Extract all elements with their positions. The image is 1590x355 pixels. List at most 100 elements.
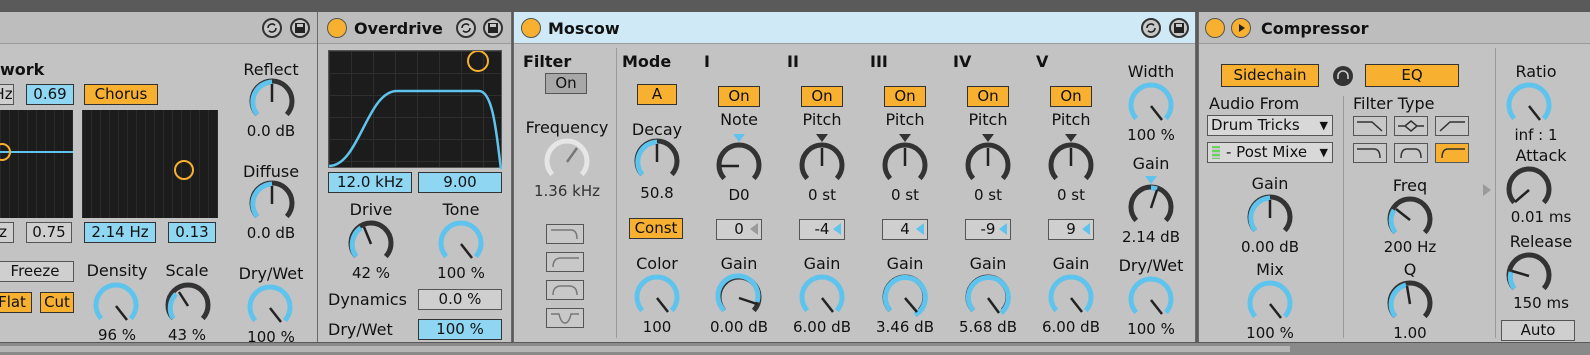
drywet-knob[interactable]	[244, 282, 296, 334]
save-preset-icon[interactable]	[483, 18, 503, 38]
voice-label: I	[704, 52, 710, 71]
chorus-rate-field[interactable]: 2.14 Hz	[84, 222, 156, 243]
lowpass-filter-button[interactable]	[546, 224, 584, 244]
chorus-depth-field[interactable]: 0.13	[168, 222, 216, 243]
drive-knob[interactable]	[345, 218, 397, 270]
post-mixer-select[interactable]: - Post Mixe ▼	[1207, 142, 1333, 163]
divider	[616, 48, 617, 338]
drywet-knob[interactable]	[1125, 274, 1177, 326]
diffuse-value: 0.0 dB	[246, 224, 296, 242]
voice-gain-knob[interactable]	[962, 272, 1014, 324]
cut-button[interactable]: Cut	[40, 292, 74, 313]
gain-value: 2.14 dB	[1122, 228, 1180, 246]
voice-gain-knob[interactable]	[713, 272, 765, 324]
decay-knob[interactable]	[631, 136, 683, 188]
voice-pitch-knob[interactable]	[1045, 140, 1097, 192]
hot-swap-icon[interactable]	[262, 18, 282, 38]
voice-param-value: D0	[728, 186, 750, 204]
chorus-amount-field[interactable]: 0.69	[26, 84, 74, 105]
voice-pitch-knob[interactable]	[962, 140, 1014, 192]
voice-pitch-knob[interactable]	[879, 140, 931, 192]
mix-knob[interactable]	[1244, 278, 1296, 330]
filter-bandpass-button[interactable]	[1394, 116, 1428, 136]
hot-swap-icon[interactable]	[1141, 18, 1161, 38]
audio-from-value: Drum Tricks	[1211, 116, 1300, 134]
density-knob[interactable]	[90, 280, 142, 332]
voice-gain-knob[interactable]	[1045, 272, 1097, 324]
flat-button[interactable]: Flat	[0, 292, 32, 313]
voice-gain-knob[interactable]	[879, 272, 931, 324]
z-partial-field[interactable]: z	[0, 222, 14, 243]
scale-knob[interactable]	[162, 280, 214, 332]
offset-arrow-icon	[916, 223, 924, 235]
voice-gain-knob[interactable]	[796, 272, 848, 324]
sidechain-button[interactable]: Sidechain	[1221, 64, 1319, 87]
filter-highshelf-button[interactable]	[1435, 143, 1469, 163]
filter-peak-button[interactable]	[1394, 143, 1428, 163]
offset-arrow-icon	[833, 223, 841, 235]
voice-pitch-knob[interactable]	[796, 140, 848, 192]
chorus-display[interactable]	[82, 110, 218, 218]
voice-on-button[interactable]: On	[718, 86, 760, 107]
color-knob[interactable]	[631, 272, 683, 324]
width-knob[interactable]	[1125, 80, 1177, 132]
auto-release-button[interactable]: Auto	[1501, 320, 1575, 341]
voice-param-value: 0 st	[1056, 186, 1085, 204]
freq-label: Freq	[1392, 176, 1428, 195]
const-button[interactable]: Const	[629, 218, 683, 239]
filter-on-button[interactable]: On	[545, 73, 587, 94]
eq-button[interactable]: EQ	[1365, 64, 1459, 87]
drive-value: 42 %	[351, 264, 391, 282]
dynamics-field[interactable]: 0.0 %	[418, 289, 502, 310]
voice-on-button[interactable]: On	[1050, 86, 1092, 107]
device-power-button[interactable]	[1205, 18, 1225, 38]
reflect-knob[interactable]	[246, 76, 298, 128]
sc-gain-knob[interactable]	[1244, 192, 1296, 244]
play-button[interactable]	[1231, 18, 1251, 38]
voice-pitch-knob[interactable]	[713, 140, 765, 192]
voice-on-button[interactable]: On	[967, 86, 1009, 107]
voice-on-button[interactable]: On	[801, 86, 843, 107]
chorus-button[interactable]: Chorus	[84, 84, 158, 105]
audio-from-select[interactable]: Drum Tricks ▼	[1207, 115, 1333, 136]
q-label: Q	[1403, 260, 1417, 279]
lowcut-field[interactable]: 0.75	[26, 222, 72, 243]
device-power-button[interactable]	[521, 18, 541, 38]
horizontal-scrollbar[interactable]	[0, 343, 1590, 355]
voice-param-label: Pitch	[802, 110, 842, 129]
q-knob[interactable]	[1384, 278, 1436, 330]
frequency-field[interactable]: 12.0 kHz	[328, 172, 412, 193]
filter-lowshelf-button[interactable]	[1353, 143, 1387, 163]
highpass-filter-button[interactable]	[546, 252, 584, 272]
drywet-label: Dry/Wet	[1118, 256, 1184, 275]
filter-highpass-button[interactable]	[1435, 116, 1469, 136]
tone-knob[interactable]	[435, 218, 487, 270]
notch-filter-button[interactable]	[546, 308, 584, 328]
diffusion-display[interactable]	[0, 110, 73, 218]
overdrive-device: Overdrive 12.0 kHz 9.00 Drive 42 % Tone …	[318, 12, 512, 342]
device-power-button[interactable]	[327, 18, 347, 38]
filter-lowpass-button[interactable]	[1353, 116, 1387, 136]
mode-button[interactable]: A	[637, 84, 677, 105]
expand-arrow-icon[interactable]	[1483, 184, 1491, 196]
device-title: Overdrive	[354, 19, 443, 38]
voice-label: IV	[953, 52, 972, 71]
ratio-knob[interactable]	[1503, 80, 1555, 132]
freeze-button[interactable]: Freeze	[0, 261, 74, 282]
voice-param-value: 0 st	[807, 186, 836, 204]
voice-on-button[interactable]: On	[884, 86, 926, 107]
gain-knob[interactable]	[1125, 182, 1177, 234]
hot-swap-icon[interactable]	[456, 18, 476, 38]
scrollbar-thumb[interactable]	[0, 346, 1290, 352]
mode-label: Mode	[622, 52, 672, 71]
frequency-knob[interactable]	[541, 136, 593, 188]
bandpass-display[interactable]	[328, 50, 503, 170]
drywet-field[interactable]: 100 %	[418, 319, 502, 340]
save-preset-icon[interactable]	[1169, 18, 1189, 38]
width-field[interactable]: 9.00	[418, 172, 502, 193]
save-preset-icon[interactable]	[290, 18, 310, 38]
bandpass-filter-button[interactable]	[546, 280, 584, 300]
headphones-icon[interactable]	[1333, 66, 1353, 86]
hz-partial-field[interactable]: Hz	[0, 84, 14, 105]
diffuse-knob[interactable]	[246, 178, 298, 230]
